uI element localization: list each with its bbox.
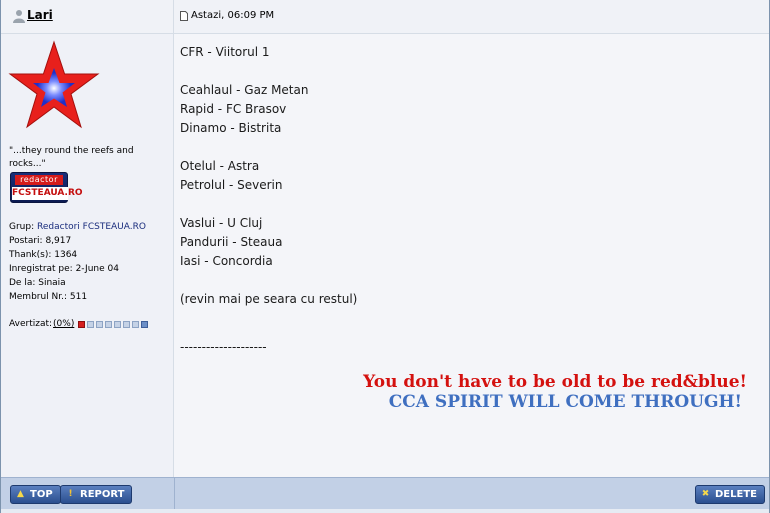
exclamation-icon: ! <box>68 489 73 499</box>
top-button[interactable]: ▲ TOP <box>10 485 61 504</box>
post-body-line: Vaslui - U Cluj <box>180 216 263 230</box>
delete-button[interactable]: ✖ DELETE <box>695 485 765 504</box>
avatar[interactable] <box>8 40 100 137</box>
top-button-label: TOP <box>30 489 53 500</box>
post-body-line: Otelul - Astra <box>180 159 260 173</box>
arrow-up-icon: ▲ <box>17 489 24 499</box>
warn-label: Avertizat: <box>9 319 53 329</box>
location: De la: Sinaia <box>9 278 66 288</box>
group-line: Grup: Redactori FCSTEAUA.RO <box>9 220 146 234</box>
forum-post: Lari Astazi, 06:09 PM "...they round the… <box>0 0 770 513</box>
post-header: Lari Astazi, 06:09 PM <box>1 0 769 34</box>
warn-block <box>96 320 104 328</box>
post-body: CFR - Viitorul 1 Ceahlaul - Gaz Metan Rapi… <box>180 43 357 309</box>
rank-badge-title: redactor <box>15 175 63 185</box>
warn-level-bar <box>78 320 149 328</box>
post-body-line: Dinamo - Bistrita <box>180 121 282 135</box>
author-name-link[interactable]: Lari <box>27 8 53 22</box>
rank-badge-site: FCSTEAUA.RO <box>12 187 83 200</box>
rank-badge: redactor FCSTEAUA.RO <box>10 172 83 203</box>
warn-block <box>132 320 140 328</box>
report-button-label: REPORT <box>80 489 125 500</box>
warn-percent-link[interactable]: (0%) <box>53 319 74 329</box>
post-content-area: CFR - Viitorul 1 Ceahlaul - Gaz Metan Rapi… <box>174 34 769 477</box>
bottom-strip <box>1 509 769 513</box>
post-footer: ▲ TOP ! REPORT ✖ DELETE <box>1 477 769 510</box>
post-body-line: Rapid - FC Brasov <box>180 102 287 116</box>
registered-date: Inregistrat pe: 2-June 04 <box>9 264 119 274</box>
document-icon <box>180 11 188 24</box>
signature-line-red: You don't have to be old to be red&blue! <box>363 372 747 392</box>
warn-level: Avertizat: (0%) <box>9 319 149 329</box>
post-date: Astazi, 06:09 PM <box>191 10 275 21</box>
warn-block <box>114 320 122 328</box>
thanks-count: Thank(s): 1364 <box>9 250 78 260</box>
warn-block <box>105 320 113 328</box>
footer-divider <box>174 478 175 510</box>
post-body-line: Pandurii - Steaua <box>180 235 283 249</box>
delete-button-label: DELETE <box>715 489 757 500</box>
post-body-line: Petrolul - Severin <box>180 178 283 192</box>
member-number: Membrul Nr.: 511 <box>9 292 88 302</box>
post-body-line: Ceahlaul - Gaz Metan <box>180 83 309 97</box>
close-x-icon: ✖ <box>701 489 710 499</box>
author-stats: Grup: Redactori FCSTEAUA.RO Postari: 8,9… <box>9 220 146 304</box>
post-body-line: CFR - Viitorul 1 <box>180 45 270 59</box>
group-link[interactable]: Redactori FCSTEAUA.RO <box>37 222 146 232</box>
warn-block <box>141 320 149 328</box>
signature-line-blue: CCA SPIRIT WILL COME THROUGH! <box>388 392 742 412</box>
post-body-line: Iasi - Concordia <box>180 254 273 268</box>
post-count: Postari: 8,917 <box>9 236 72 246</box>
group-label: Grup: <box>9 222 35 232</box>
signature-divider: -------------------- <box>180 340 267 354</box>
report-button[interactable]: ! REPORT <box>60 485 133 504</box>
post-body-line: (revin mai pe seara cu restul) <box>180 292 358 306</box>
warn-block <box>78 320 86 328</box>
warn-block <box>87 320 95 328</box>
user-icon <box>13 9 25 26</box>
post-header-author-cell: Lari <box>1 0 174 34</box>
user-quote: "...they round the reefs and rocks..." <box>9 146 134 169</box>
warn-block <box>123 320 131 328</box>
author-sidebar: "...they round the reefs and rocks..." r… <box>1 34 174 477</box>
